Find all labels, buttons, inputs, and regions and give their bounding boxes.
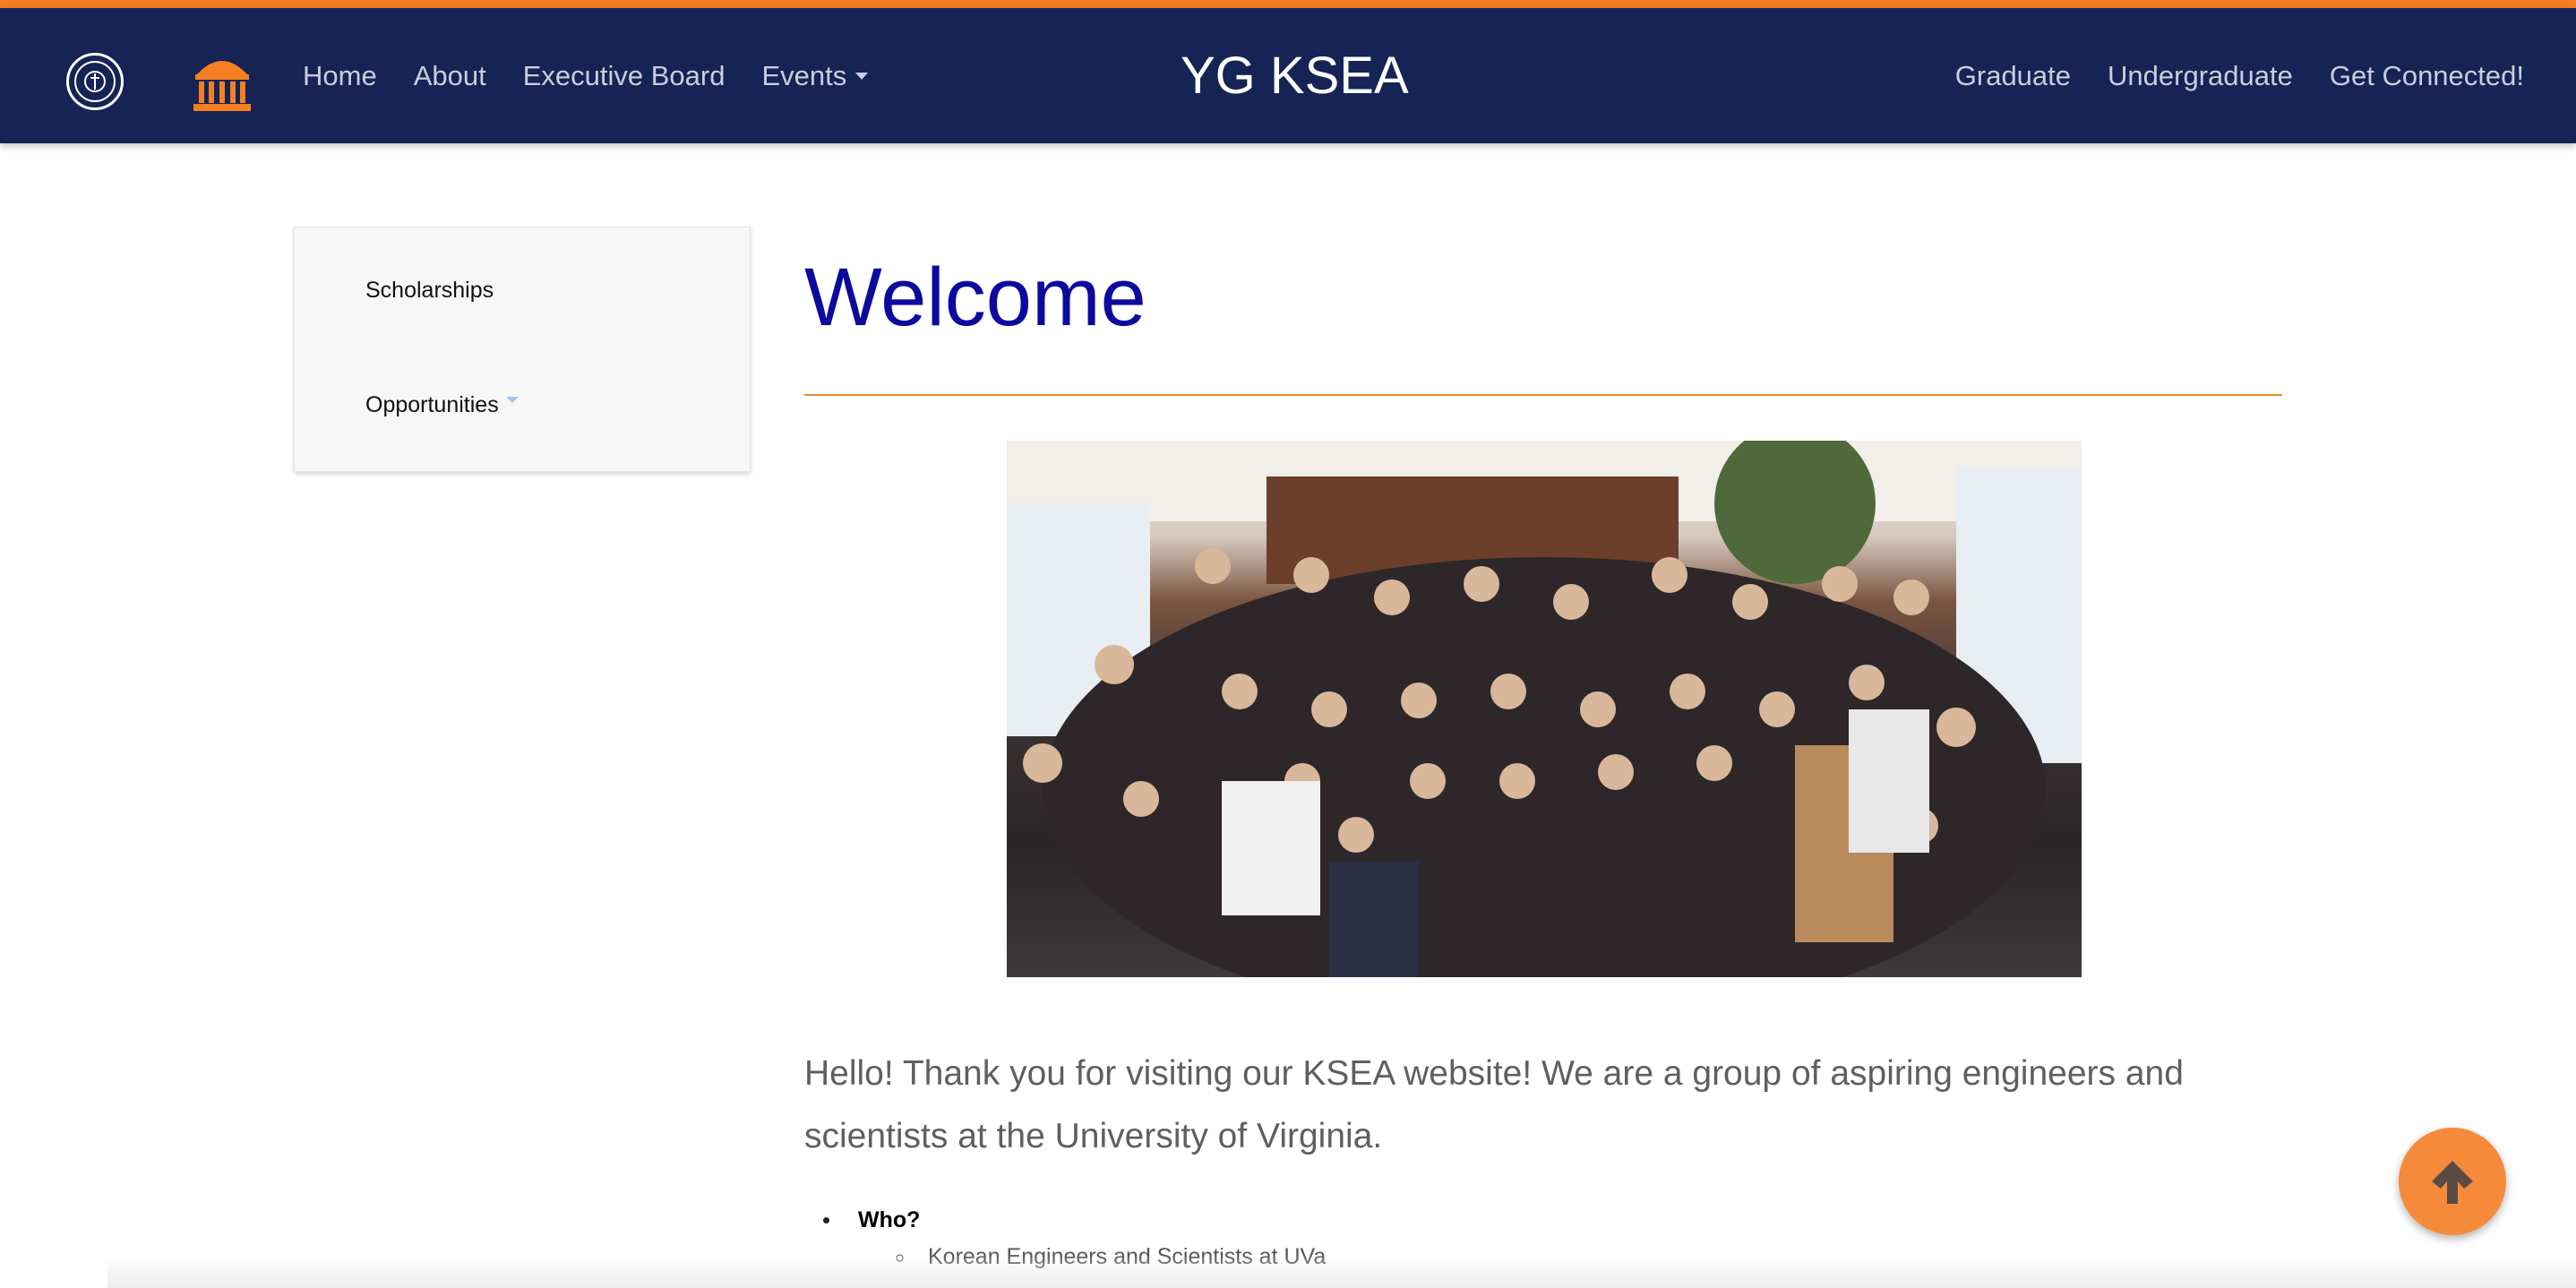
nav-executive-board[interactable]: Executive Board (523, 60, 726, 92)
bottom-shadow (107, 1254, 2576, 1288)
intro-paragraph: Hello! Thank you for visiting our KSEA w… (804, 1054, 2184, 1155)
sidebar-item-scholarships[interactable]: Scholarships (365, 278, 494, 304)
sidebar-item-opportunities[interactable]: Opportunities (365, 392, 519, 418)
chevron-down-icon (855, 72, 869, 80)
group-photo (1007, 441, 2082, 977)
sidebar-panel: Scholarships Opportunities (294, 227, 751, 472)
nav-events-label: Events (761, 59, 847, 91)
nav-right-links: Graduate Undergraduate Get Connected! (1919, 8, 2524, 143)
nav-get-connected[interactable]: Get Connected! (2330, 60, 2524, 92)
list-item: Who? Korean Engineers and Scientists at … (842, 1207, 1326, 1270)
top-navbar: Home About Executive Board Events YG KSE… (0, 8, 2576, 143)
who-list: Who? Korean Engineers and Scientists at … (842, 1207, 1326, 1270)
ksea-seal-icon[interactable] (66, 53, 124, 110)
sidebar-item-label: Scholarships (365, 278, 494, 303)
site-brand[interactable]: YG KSEA (1181, 8, 1409, 143)
who-heading: Who? (858, 1207, 921, 1232)
uva-rotunda-icon[interactable] (192, 53, 253, 112)
nav-home[interactable]: Home (303, 60, 377, 92)
who-sublist: Korean Engineers and Scientists at UVa (858, 1244, 1326, 1270)
nav-events-dropdown[interactable]: Events (761, 59, 869, 92)
nav-graduate[interactable]: Graduate (1955, 60, 2071, 92)
arrow-up-icon (2432, 1161, 2473, 1204)
list-item: Korean Engineers and Scientists at UVa (915, 1244, 1326, 1270)
page-title: Welcome (804, 252, 1146, 343)
chevron-down-icon (505, 397, 519, 403)
top-accent-strip (0, 0, 2576, 8)
nav-about[interactable]: About (414, 60, 486, 92)
back-to-top-button[interactable] (2399, 1128, 2506, 1235)
title-divider (804, 394, 2282, 396)
nav-left-links: Home About Executive Board Events (303, 8, 905, 143)
nav-undergraduate[interactable]: Undergraduate (2108, 60, 2293, 92)
sidebar-item-label: Opportunities (365, 392, 499, 417)
